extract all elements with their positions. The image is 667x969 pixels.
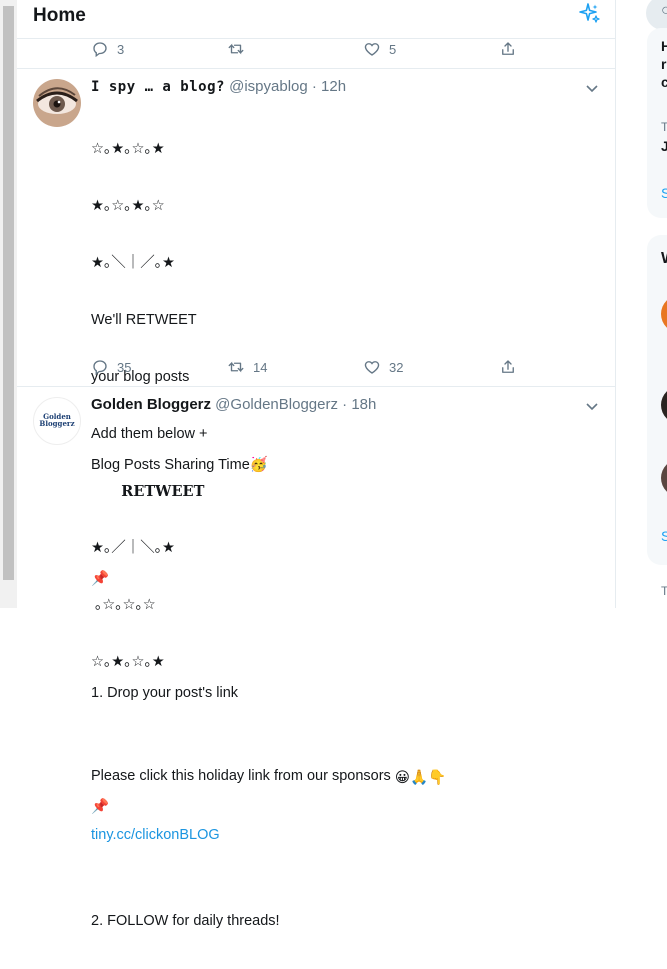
avatar[interactable]: Golden Bloggerz — [33, 397, 81, 445]
trend-text-fragment: H — [661, 38, 667, 54]
footer-link-fragment[interactable]: T — [661, 584, 667, 598]
reply-count: 3 — [117, 41, 125, 57]
timeline-header: Home — [17, 0, 615, 39]
trend-text-fragment: c — [661, 74, 667, 90]
scrollbar[interactable] — [0, 0, 17, 608]
card-title-fragment: W — [661, 250, 667, 268]
like-count: 5 — [389, 41, 397, 57]
show-more-link[interactable]: S — [661, 528, 667, 544]
like-count: 32 — [389, 359, 404, 375]
tweet-line: 1. Drop your post's link — [91, 685, 239, 701]
tweet-header: I spy … a blog? @ispyablog · 12h — [91, 78, 346, 95]
page-title: Home — [33, 5, 86, 26]
share-icon — [502, 42, 514, 55]
retweet-count: 14 — [253, 359, 268, 375]
tweet-time[interactable]: · 12h — [312, 78, 346, 95]
heart-icon — [364, 43, 380, 56]
tweet-line: ★｡＼｜／｡★ — [91, 255, 175, 271]
tweet-line: 2. FOLLOW for daily threads! — [91, 913, 280, 929]
tweet-line — [91, 513, 280, 532]
tweet-line: ☆｡★｡☆｡★ — [91, 141, 165, 157]
share-button[interactable] — [499, 40, 525, 58]
trend-text-fragment: T — [661, 120, 667, 134]
heart-icon — [364, 361, 380, 374]
eye-avatar-image — [33, 79, 81, 127]
tweet-line — [91, 855, 280, 874]
sparkle-icon[interactable] — [577, 2, 601, 26]
like-button[interactable]: 32 — [363, 358, 403, 376]
avatar[interactable] — [661, 295, 667, 333]
retweet-button[interactable] — [227, 40, 253, 58]
tweet[interactable]: Golden Bloggerz Golden Bloggerz @GoldenB… — [17, 387, 615, 929]
tweet-line — [91, 741, 280, 760]
share-button[interactable] — [499, 358, 525, 376]
display-name[interactable]: Golden Bloggerz — [91, 396, 211, 413]
user-handle[interactable]: @GoldenBloggerz — [215, 396, 338, 413]
chevron-down-icon[interactable] — [585, 81, 599, 95]
show-more-link[interactable]: S — [661, 185, 667, 201]
trends-card: H r c T J S — [647, 28, 667, 218]
retweet-button[interactable]: 14 — [227, 358, 267, 376]
tweet-line: Blog Posts Sharing Time🥳 — [91, 457, 268, 473]
tweet-line: ★｡☆｡★｡☆ — [91, 198, 165, 214]
like-button[interactable]: 5 — [363, 40, 396, 58]
search-box[interactable]: ○ — [646, 0, 667, 30]
reply-button[interactable]: 35 — [91, 358, 131, 376]
retweet-icon — [228, 43, 244, 55]
pushpin-icon: 📌 — [91, 799, 110, 815]
previous-tweet-actions: 3 5 — [17, 38, 615, 69]
avatar[interactable] — [661, 386, 667, 424]
reply-icon — [93, 360, 107, 376]
emoji-group: 😀🙏👇 — [394, 770, 447, 786]
tweet[interactable]: I spy … a blog? @ispyablog · 12h ☆｡★｡☆｡★… — [17, 69, 615, 843]
chevron-down-icon[interactable] — [585, 399, 599, 413]
share-icon — [502, 360, 514, 373]
tweet-line — [91, 627, 280, 646]
tweet-header: Golden Bloggerz @GoldenBloggerz · 18h — [91, 396, 376, 413]
who-to-follow-card: W S — [647, 235, 667, 565]
tweet-text: Blog Posts Sharing Time🥳 📌 1. Drop your … — [91, 418, 280, 969]
reply-count: 35 — [117, 359, 132, 375]
trend-text-fragment: r — [661, 56, 667, 72]
tweet-line: We'll RETWEET — [91, 312, 197, 328]
pushpin-icon: 📌 — [91, 571, 110, 587]
scrollbar-thumb[interactable] — [3, 6, 14, 580]
right-sidebar: ○ H r c T J S W S T — [616, 0, 667, 608]
avatar[interactable] — [33, 79, 81, 127]
search-icon: ○ — [661, 2, 667, 19]
retweet-icon — [228, 361, 244, 373]
tweet-time[interactable]: · 18h — [342, 396, 376, 413]
avatar[interactable] — [661, 459, 667, 497]
user-handle[interactable]: @ispyablog — [229, 78, 308, 95]
display-name[interactable]: I spy … a blog? — [91, 79, 225, 95]
reply-button[interactable]: 3 — [91, 40, 124, 58]
timeline: Home 3 5 I spy … a blog? @ispyablog · 12… — [17, 0, 616, 929]
reply-icon — [93, 42, 107, 58]
trend-text-fragment[interactable]: J — [661, 138, 667, 154]
avatar-logo-text: Golden Bloggerz — [39, 412, 75, 428]
